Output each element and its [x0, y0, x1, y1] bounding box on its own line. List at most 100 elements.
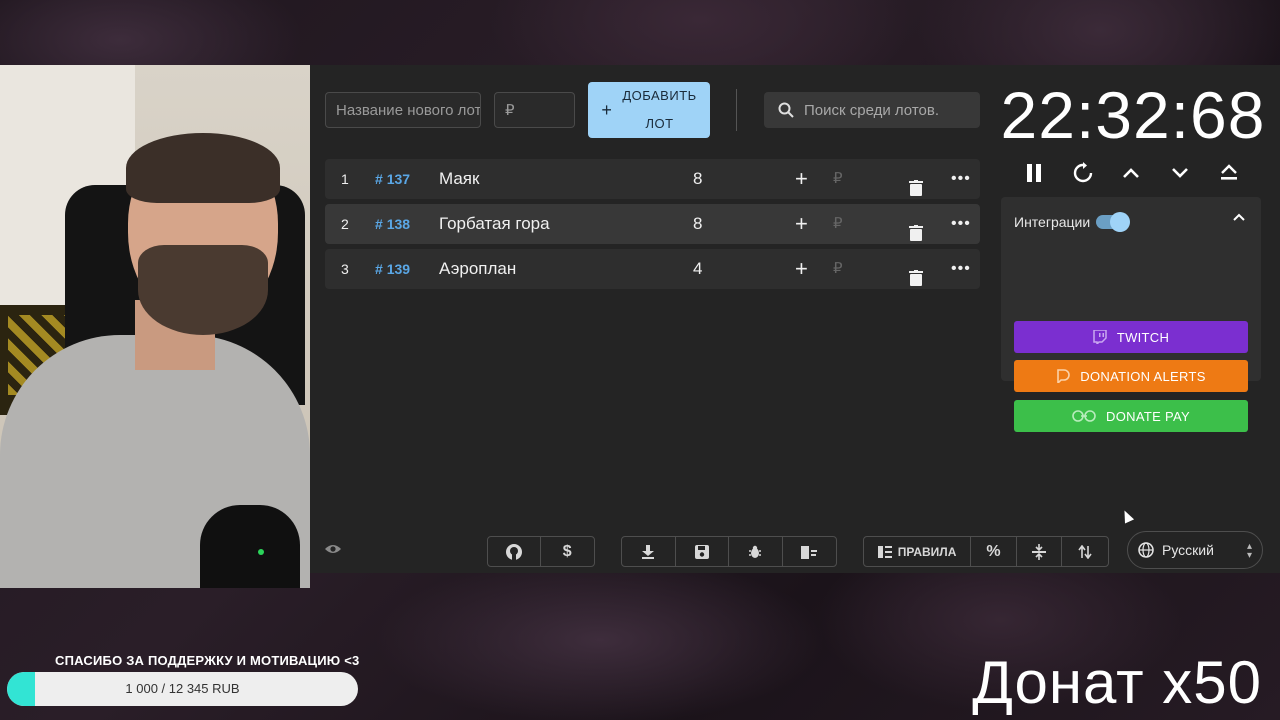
- save-icon: [694, 544, 709, 559]
- twitch-icon: [1093, 330, 1107, 344]
- lot-id-value: 138: [386, 216, 411, 232]
- lot-row[interactable]: 3 # 139 Аэроплан 4 + ₽ •••: [325, 249, 980, 289]
- lot-search-input[interactable]: Поиск среди лотов.: [764, 92, 980, 128]
- lot-row[interactable]: 1 # 137 Маяк 8 + ₽ •••: [325, 159, 980, 199]
- donatepay-button[interactable]: DONATE PAY: [1014, 400, 1248, 432]
- add-lot-label-line1: ДОБАВИТЬ: [622, 88, 697, 103]
- save-button[interactable]: [676, 537, 729, 566]
- service-label: TWITCH: [1116, 329, 1170, 345]
- donation-alerts-icon: [1056, 369, 1071, 383]
- lot-amount-input[interactable]: ₽: [833, 204, 843, 244]
- collapse-chevron-icon[interactable]: [1233, 213, 1245, 221]
- lot-number: 2: [341, 216, 349, 232]
- lot-amount-input[interactable]: ₽: [833, 159, 843, 199]
- add-amount-icon[interactable]: +: [795, 204, 808, 244]
- lot-name[interactable]: Маяк: [439, 159, 479, 199]
- lot-name[interactable]: Горбатая гора: [439, 204, 550, 244]
- webcam-microphone: [200, 505, 300, 588]
- add-lot-label: ДОБАВИТЬ ЛОТ: [622, 82, 696, 138]
- add-lot-button[interactable]: + ДОБАВИТЬ ЛОТ: [588, 82, 710, 138]
- compress-button[interactable]: [1017, 537, 1063, 566]
- lot-name[interactable]: Аэроплан: [439, 249, 516, 289]
- service-label: DONATE PAY: [1106, 408, 1190, 424]
- links-group: $: [487, 536, 595, 567]
- lot-amount: 8: [693, 214, 703, 233]
- restart-icon[interactable]: [1071, 161, 1095, 185]
- webcam-mic-led: [258, 549, 264, 555]
- donate-dollar-button[interactable]: $: [541, 537, 594, 566]
- settings-group: ПРАВИЛА %: [863, 536, 1109, 567]
- more-options-icon[interactable]: •••: [951, 204, 971, 244]
- dollar-icon: $: [562, 542, 572, 560]
- github-icon: [505, 543, 522, 560]
- more-options-icon[interactable]: •••: [951, 159, 971, 199]
- integrations-panel: Интеграции TWITCH DONATION ALERTS DONATE P…: [1001, 197, 1261, 432]
- webcam-person-hair: [126, 133, 280, 203]
- webcam-feed: [0, 65, 310, 588]
- donation-progress-bar: 1 000 / 12 345 RUB: [7, 672, 358, 706]
- language-select[interactable]: Русский ▴ ▾: [1127, 531, 1263, 569]
- trash-icon[interactable]: [909, 261, 923, 301]
- language-label: Русский: [1162, 542, 1214, 558]
- delete-all-icon: [801, 545, 818, 559]
- search-placeholder: Поиск среди лотов.: [804, 101, 939, 119]
- lot-id: # 137: [375, 171, 411, 187]
- add-lot-label-line2: ЛОТ: [645, 116, 674, 131]
- twitch-button[interactable]: TWITCH: [1014, 321, 1248, 353]
- sort-button[interactable]: [1062, 537, 1108, 566]
- donatepay-icon: [1072, 410, 1096, 422]
- lot-number: 1: [341, 171, 349, 187]
- lot-id: # 139: [375, 261, 411, 277]
- sort-icon: [1078, 544, 1092, 559]
- integrations-toggle[interactable]: [1096, 212, 1130, 232]
- lot-amount-input[interactable]: ₽: [494, 92, 575, 128]
- eye-icon[interactable]: [324, 543, 342, 555]
- lot-id-value: 139: [386, 261, 411, 277]
- donation-alerts-button[interactable]: DONATION ALERTS: [1014, 360, 1248, 392]
- amount-placeholder: ₽: [505, 102, 515, 119]
- lot-id-value: 137: [386, 171, 411, 187]
- lot-id: # 138: [375, 216, 411, 232]
- timer-display: 22:32:68: [1000, 78, 1266, 152]
- lot-amount: 4: [693, 259, 703, 278]
- search-icon: [778, 102, 794, 118]
- plus-icon: +: [601, 100, 613, 120]
- donation-progress-text: 1 000 / 12 345 RUB: [125, 681, 240, 696]
- service-label: DONATION ALERTS: [1080, 368, 1206, 384]
- toolbar-divider: [736, 89, 737, 131]
- percent-button[interactable]: %: [971, 537, 1017, 566]
- auction-app: Название нового лота ₽ + ДОБАВИТЬ ЛОТ По…: [310, 65, 1280, 573]
- lot-amount-input[interactable]: ₽: [833, 249, 843, 289]
- webcam-person-beard: [138, 245, 268, 335]
- download-icon: [642, 544, 655, 559]
- pause-icon[interactable]: [1022, 161, 1046, 185]
- chevron-down-icon[interactable]: [1168, 161, 1192, 185]
- integrations-title: Интеграции: [1014, 214, 1091, 230]
- select-caret-icon: ▴ ▾: [1246, 541, 1252, 561]
- download-button[interactable]: [622, 537, 676, 566]
- rules-icon: [877, 545, 892, 558]
- more-options-icon[interactable]: •••: [951, 249, 971, 289]
- lot-amount: 8: [693, 169, 703, 188]
- donat-multiplier: Донат x50: [972, 649, 1262, 716]
- vertical-align-center-icon: [1032, 543, 1047, 560]
- clear-lots-button[interactable]: [783, 537, 837, 566]
- eject-icon[interactable]: [1217, 161, 1241, 185]
- chevron-up-icon[interactable]: [1119, 161, 1143, 185]
- lot-name-input[interactable]: Название нового лота: [325, 92, 481, 128]
- lots-list: 1 # 137 Маяк 8 + ₽ ••• 2 # 138 Горбатая гора 8 + ₽ ••…: [325, 159, 980, 294]
- bug-report-button[interactable]: [729, 537, 783, 566]
- percent-icon: %: [986, 542, 1001, 560]
- rules-label: ПРАВИЛА: [897, 544, 957, 559]
- add-amount-icon[interactable]: +: [795, 249, 808, 289]
- lot-number: 3: [341, 261, 349, 277]
- lot-row[interactable]: 2 # 138 Горбатая гора 8 + ₽ •••: [325, 204, 980, 244]
- lot-name-placeholder: Название нового лота: [336, 101, 481, 119]
- thanks-message: СПАСИБО ЗА ПОДДЕРЖКУ И МОТИВАЦИЮ <3: [55, 653, 360, 668]
- bug-icon: [749, 545, 762, 558]
- rules-button[interactable]: ПРАВИЛА: [864, 537, 972, 566]
- add-amount-icon[interactable]: +: [795, 159, 808, 199]
- globe-icon: [1138, 542, 1154, 558]
- github-button[interactable]: [488, 537, 541, 566]
- file-actions-group: [621, 536, 837, 567]
